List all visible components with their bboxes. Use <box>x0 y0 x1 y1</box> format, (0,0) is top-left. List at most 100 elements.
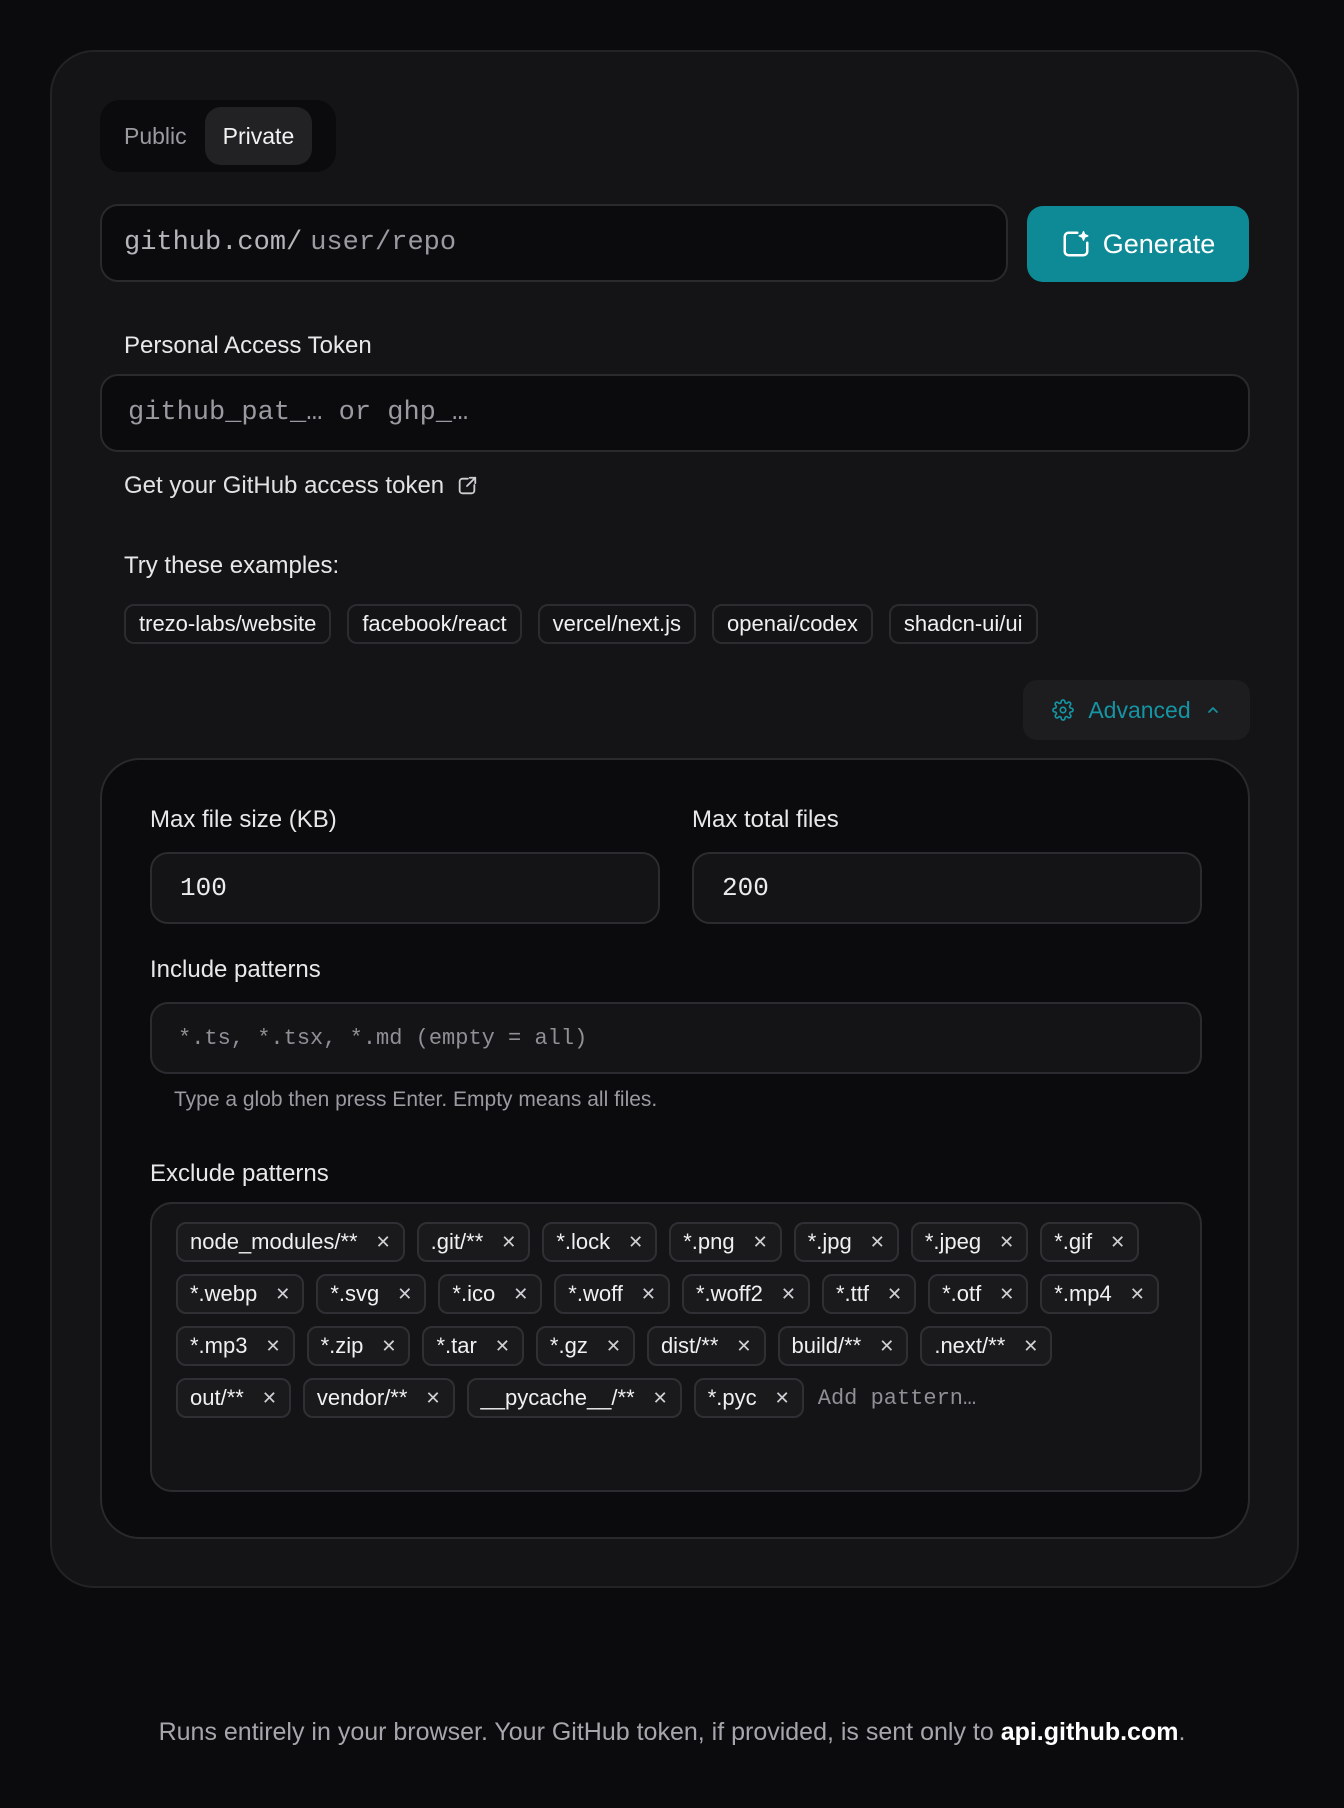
footer-host: api.github.com <box>1000 1718 1179 1746</box>
repo-input[interactable]: github.com/ user/repo <box>100 204 1008 282</box>
external-link-icon <box>458 476 477 495</box>
close-icon[interactable]: ✕ <box>606 1336 621 1357</box>
exclude-tag: *.pyc ✕ <box>693 1378 804 1418</box>
repo-prefix: github.com/ <box>124 228 303 258</box>
visibility-toggle: Public Private <box>100 100 336 172</box>
exclude-tag: *.svg ✕ <box>316 1274 427 1314</box>
example-chip[interactable]: trezo-labs/website <box>124 604 332 644</box>
max-total-files-input[interactable]: 200 <box>692 852 1202 924</box>
exclude-tag-label: *.ico <box>452 1281 496 1306</box>
add-pattern-input[interactable]: Add pattern… <box>816 1378 976 1418</box>
examples-title: Try these examples: <box>124 552 340 579</box>
advanced-panel: Max file size (KB) 100 Max total files 2… <box>100 758 1250 1539</box>
examples-list: trezo-labs/website facebook/react vercel… <box>124 604 1038 644</box>
close-icon[interactable]: ✕ <box>781 1284 796 1305</box>
close-icon[interactable]: ✕ <box>513 1284 528 1305</box>
token-link[interactable]: Get your GitHub access token <box>124 472 478 500</box>
close-icon[interactable]: ✕ <box>265 1336 280 1357</box>
example-chip[interactable]: shadcn-ui/ui <box>888 604 1038 644</box>
close-icon[interactable]: ✕ <box>628 1232 643 1253</box>
token-label: Personal Access Token <box>124 332 372 359</box>
exclude-tag-label: *.pyc <box>707 1385 757 1410</box>
close-icon[interactable]: ✕ <box>1130 1284 1145 1305</box>
close-icon[interactable]: ✕ <box>641 1284 656 1305</box>
chevron-up-icon <box>1207 707 1218 713</box>
exclude-tags: node_modules/** ✕ .git/** ✕ *.lock ✕ *.png ✕ *.j… <box>176 1222 1176 1418</box>
exclude-tag-label: *.woff2 <box>696 1281 763 1306</box>
exclude-tag-label: *.gif <box>1054 1229 1093 1254</box>
close-icon[interactable]: ✕ <box>870 1232 885 1253</box>
exclude-tag: *.tar ✕ <box>422 1326 524 1366</box>
close-icon[interactable]: ✕ <box>1023 1336 1038 1357</box>
close-icon[interactable]: ✕ <box>999 1232 1014 1253</box>
example-chip[interactable]: facebook/react <box>347 604 522 644</box>
exclude-tag-label: node_modules/** <box>190 1229 358 1254</box>
token-input[interactable]: github_pat_… or ghp_… <box>100 374 1250 452</box>
exclude-tag: node_modules/** ✕ <box>176 1222 405 1262</box>
close-icon[interactable]: ✕ <box>376 1232 391 1253</box>
exclude-tag-label: out/** <box>190 1385 244 1410</box>
exclude-tag: *.woff2 ✕ <box>682 1274 810 1314</box>
footer-note: Runs entirely in your browser. Your GitH… <box>0 1718 1344 1747</box>
exclude-tag-label: *.zip <box>320 1333 364 1358</box>
exclude-tag: *.otf ✕ <box>928 1274 1029 1314</box>
main-card: Public Private github.com/ user/repo Gen… <box>50 50 1299 1588</box>
include-label: Include patterns <box>150 956 321 983</box>
exclude-tag: *.lock ✕ <box>542 1222 658 1262</box>
example-chip[interactable]: openai/codex <box>712 604 873 644</box>
close-icon[interactable]: ✕ <box>879 1336 894 1357</box>
close-icon[interactable]: ✕ <box>1110 1232 1125 1253</box>
exclude-tag-label: __pycache__/** <box>480 1385 635 1410</box>
close-icon[interactable]: ✕ <box>262 1388 277 1409</box>
exclude-tag: vendor/** ✕ <box>302 1378 455 1418</box>
exclude-tag-label: *.jpg <box>807 1229 852 1254</box>
generate-label: Generate <box>1102 228 1216 259</box>
exclude-tag-label: vendor/** <box>316 1385 408 1410</box>
exclude-box: node_modules/** ✕ .git/** ✕ *.lock ✕ *.png ✕ *.j… <box>150 1202 1202 1492</box>
exclude-tag: *.ttf ✕ <box>821 1274 917 1314</box>
public-tab[interactable]: Public <box>106 107 205 165</box>
close-icon[interactable]: ✕ <box>425 1388 440 1409</box>
exclude-tag: *.gz ✕ <box>535 1326 635 1366</box>
exclude-tag-label: *.tar <box>436 1333 477 1358</box>
close-icon[interactable]: ✕ <box>999 1284 1014 1305</box>
include-input[interactable]: *.ts, *.tsx, *.md (empty = all) <box>150 1002 1202 1074</box>
exclude-tag-label: *.lock <box>556 1229 611 1254</box>
example-chip[interactable]: vercel/next.js <box>537 604 697 644</box>
close-icon[interactable]: ✕ <box>397 1284 412 1305</box>
exclude-tag: *.webp ✕ <box>176 1274 305 1314</box>
generate-button[interactable]: Generate <box>1027 206 1249 282</box>
max-file-size-label: Max file size (KB) <box>150 806 337 833</box>
close-icon[interactable]: ✕ <box>381 1336 396 1357</box>
exclude-tag-label: *.otf <box>942 1281 982 1306</box>
max-file-size-input[interactable]: 100 <box>150 852 660 924</box>
exclude-tag: .git/** ✕ <box>416 1222 531 1262</box>
close-icon[interactable]: ✕ <box>275 1284 290 1305</box>
exclude-tag: build/** ✕ <box>777 1326 909 1366</box>
exclude-tag-label: *.png <box>683 1229 735 1254</box>
exclude-tag: *.mp3 ✕ <box>176 1326 295 1366</box>
include-hint: Type a glob then press Enter. Empty mean… <box>174 1088 658 1111</box>
close-icon[interactable]: ✕ <box>653 1388 668 1409</box>
exclude-tag: *.ico ✕ <box>438 1274 543 1314</box>
close-icon[interactable]: ✕ <box>495 1336 510 1357</box>
exclude-tag-label: *.svg <box>330 1281 380 1306</box>
exclude-tag: *.mp4 ✕ <box>1040 1274 1159 1314</box>
close-icon[interactable]: ✕ <box>736 1336 751 1357</box>
exclude-tag: *.zip ✕ <box>306 1326 411 1366</box>
close-icon[interactable]: ✕ <box>753 1232 768 1253</box>
exclude-tag-label: *.mp4 <box>1054 1281 1112 1306</box>
exclude-tag-label: *.jpeg <box>924 1229 982 1254</box>
close-icon[interactable]: ✕ <box>501 1232 516 1253</box>
exclude-tag-label: .git/** <box>430 1229 484 1254</box>
private-tab[interactable]: Private <box>204 107 313 165</box>
token-link-label: Get your GitHub access token <box>124 472 445 499</box>
exclude-tag: *.png ✕ <box>669 1222 782 1262</box>
advanced-button[interactable]: Advanced <box>1023 680 1250 740</box>
sparkle-square-icon <box>1063 230 1089 257</box>
close-icon[interactable]: ✕ <box>887 1284 902 1305</box>
repo-placeholder: user/repo <box>310 228 457 258</box>
exclude-tag-label: *.gz <box>549 1333 588 1358</box>
exclude-tag: dist/** ✕ <box>646 1326 766 1366</box>
close-icon[interactable]: ✕ <box>775 1388 790 1409</box>
